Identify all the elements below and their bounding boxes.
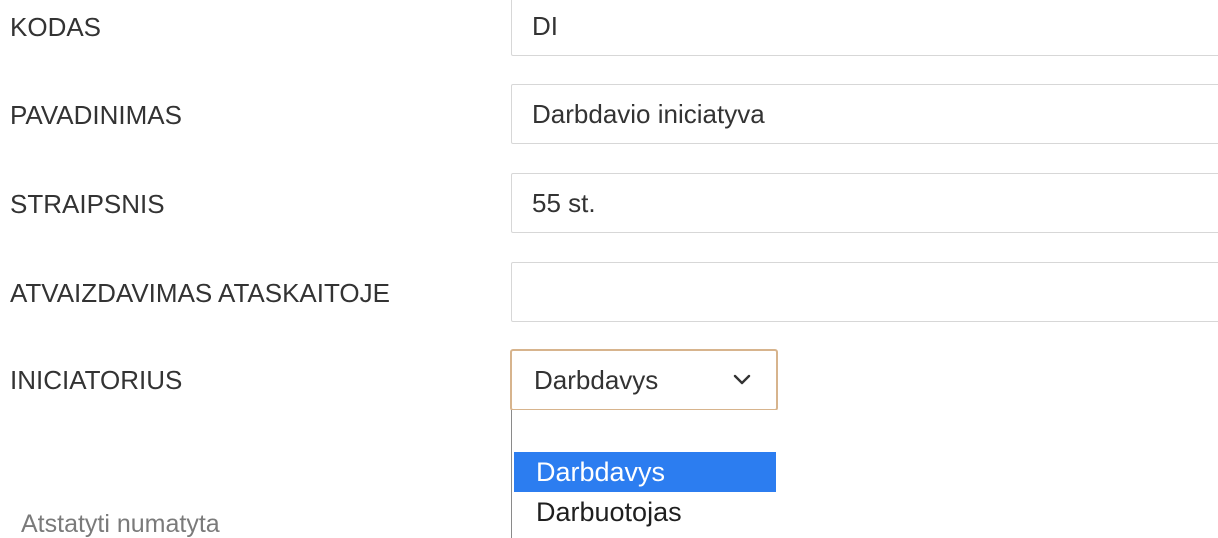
straipsnis-value: 55 st. <box>532 187 596 218</box>
iniciatorius-dropdown-list: Darbdavys Darbuotojas <box>511 410 777 538</box>
kodas-field[interactable]: DI <box>511 0 1218 56</box>
dropdown-option-darbuotojas[interactable]: Darbuotojas <box>514 492 776 532</box>
chevron-down-icon <box>733 374 751 385</box>
form-page: KODAS DI PAVADINIMAS Darbdavio iniciatyv… <box>0 0 1218 538</box>
pavadinimas-field[interactable]: Darbdavio iniciatyva <box>511 84 1218 144</box>
straipsnis-field[interactable]: 55 st. <box>511 173 1218 233</box>
iniciatorius-select[interactable]: Darbdavys <box>510 349 778 411</box>
reset-default-link[interactable]: Atstatyti numatyta <box>21 510 220 538</box>
iniciatorius-selected-value: Darbdavys <box>534 364 659 395</box>
dropdown-option-empty[interactable] <box>514 412 776 452</box>
pavadinimas-label: PAVADINIMAS <box>10 100 182 130</box>
atvaizdavimas-label: ATVAIZDAVIMAS ATASKAITOJE <box>10 278 390 308</box>
form-fields: KODAS DI PAVADINIMAS Darbdavio iniciatyv… <box>0 0 1218 538</box>
atvaizdavimas-field[interactable] <box>511 262 1218 322</box>
kodas-value: DI <box>532 10 558 41</box>
iniciatorius-label: INICIATORIUS <box>10 365 183 395</box>
kodas-label: KODAS <box>10 12 102 42</box>
straipsnis-label: STRAIPSNIS <box>10 189 165 219</box>
dropdown-option-darbdavys[interactable]: Darbdavys <box>514 452 776 492</box>
pavadinimas-value: Darbdavio iniciatyva <box>532 98 765 129</box>
